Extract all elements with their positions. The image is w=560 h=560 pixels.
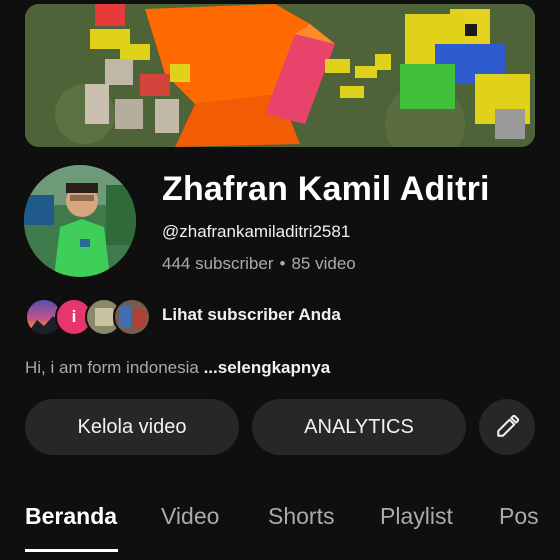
stats-separator: • [279,254,286,273]
tab-posts[interactable]: Pos [499,503,539,530]
channel-avatar[interactable] [24,165,136,277]
tab-playlist[interactable]: Playlist [380,503,453,530]
channel-banner[interactable] [25,4,535,147]
channel-tabs: Beranda Video Shorts Playlist Pos [0,495,560,560]
avatar-photo [24,165,136,277]
description-more-link[interactable]: ...selengkapnya [204,358,331,377]
subscriber-avatar [113,298,151,336]
channel-handle: @zhafrankamiladitri2581 [162,222,351,241]
banner-artwork [25,4,535,147]
video-count: 85 video [291,254,356,273]
analytics-button[interactable]: ANALYTICS [252,399,466,455]
manage-videos-button[interactable]: Kelola video [25,399,239,455]
tab-beranda[interactable]: Beranda [25,503,117,530]
description-text: Hi, i am form indonesia [25,358,199,377]
view-subscribers-label: Lihat subscriber Anda [162,305,341,324]
tab-shorts[interactable]: Shorts [268,503,334,530]
tab-video[interactable]: Video [161,503,219,530]
channel-name: Zhafran Kamil Aditri [162,170,490,208]
view-subscribers-row[interactable]: i Lihat subscriber Anda [25,296,341,336]
edit-channel-button[interactable] [479,399,535,455]
active-tab-indicator [25,549,118,552]
subscriber-count: 444 subscriber [162,254,274,273]
subscriber-avatars: i Lihat subscriber Anda [25,296,341,336]
channel-stats: 444 subscriber • 85 video [162,254,356,274]
pencil-icon [497,414,520,437]
channel-description[interactable]: Hi, i am form indonesia ...selengkapnya [25,358,330,378]
